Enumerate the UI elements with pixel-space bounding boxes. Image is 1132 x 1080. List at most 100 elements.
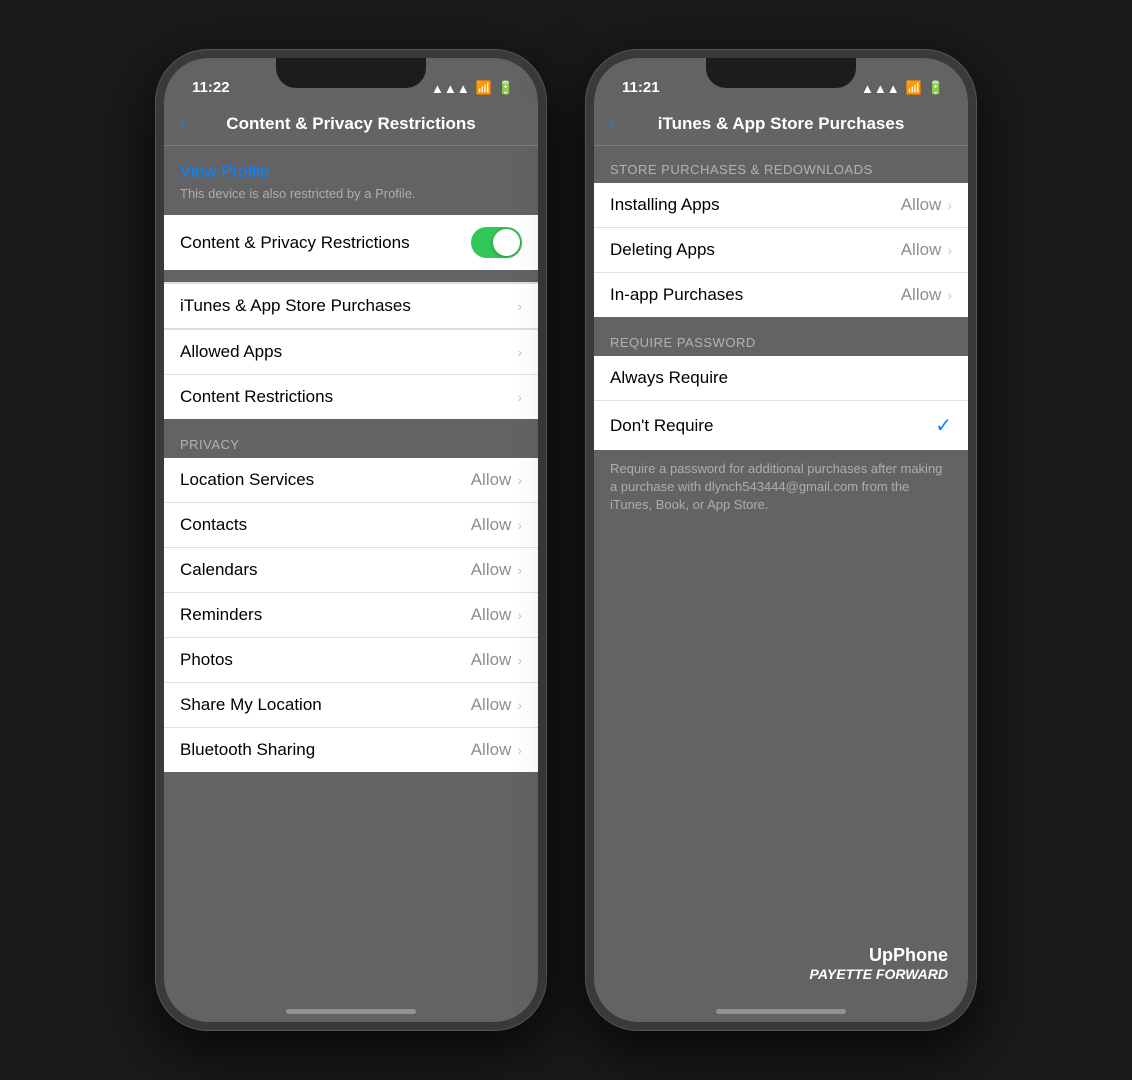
privacy-item-4[interactable]: Photos Allow › — [164, 638, 538, 683]
privacy-value-4: Allow › — [471, 650, 522, 670]
signal-icon-1: ▲▲▲ — [431, 81, 470, 96]
watermark: UpPhone PAYETTE FORWARD — [810, 945, 948, 982]
privacy-item-6[interactable]: Bluetooth Sharing Allow › — [164, 728, 538, 772]
itunes-chevron: › — [517, 298, 522, 314]
checkmark-icon: ✓ — [935, 413, 952, 438]
content-restrictions-label: Content Restrictions — [180, 387, 333, 407]
installing-apps-item[interactable]: Installing Apps Allow › — [594, 183, 968, 228]
privacy-chevron-0: › — [517, 472, 522, 488]
status-time-1: 11:22 — [192, 79, 230, 96]
require-password-label: REQUIRE PASSWORD — [594, 319, 968, 356]
signal-icon-2: ▲▲▲ — [861, 81, 900, 96]
content-restrictions-chevron: › — [517, 389, 522, 405]
allowed-apps-section: Allowed Apps › Content Restrictions › — [164, 330, 538, 419]
wifi-icon-1: 📶 — [476, 80, 492, 96]
privacy-label-4: Photos — [180, 650, 233, 670]
always-require-label: Always Require — [610, 368, 728, 388]
gap-1 — [164, 272, 538, 284]
inapp-purchases-value: Allow › — [901, 285, 952, 305]
notch-1 — [276, 58, 426, 88]
installing-apps-chevron: › — [947, 197, 952, 213]
screen-2: 11:21 ▲▲▲ 📶 🔋 ‹ iTunes & App Store Purch… — [594, 58, 968, 1022]
deleting-apps-label: Deleting Apps — [610, 240, 715, 260]
phone-2: 11:21 ▲▲▲ 📶 🔋 ‹ iTunes & App Store Purch… — [586, 50, 976, 1030]
restrictions-toggle-section: Content & Privacy Restrictions — [164, 215, 538, 270]
privacy-section-label: PRIVACY — [164, 421, 538, 458]
privacy-value-1: Allow › — [471, 515, 522, 535]
privacy-item-0[interactable]: Location Services Allow › — [164, 458, 538, 503]
view-profile-link[interactable]: View Profile — [180, 162, 522, 182]
content-restrictions-value: › — [517, 389, 522, 405]
inapp-purchases-label: In-app Purchases — [610, 285, 743, 305]
toggle-knob — [493, 229, 520, 256]
privacy-chevron-3: › — [517, 607, 522, 623]
content-2: STORE PURCHASES & REDOWNLOADS Installing… — [594, 146, 968, 1022]
privacy-label-0: Location Services — [180, 470, 314, 490]
content-restrictions-item[interactable]: Content Restrictions › — [164, 375, 538, 419]
privacy-item-5[interactable]: Share My Location Allow › — [164, 683, 538, 728]
itunes-purchases-item[interactable]: iTunes & App Store Purchases › — [164, 284, 538, 328]
itunes-section: iTunes & App Store Purchases › — [164, 284, 538, 328]
profile-desc-section: This device is also restricted by a Prof… — [164, 182, 538, 215]
privacy-value-6: Allow › — [471, 740, 522, 760]
restrictions-toggle-label: Content & Privacy Restrictions — [180, 233, 410, 253]
back-chevron-icon-2: ‹ — [610, 114, 616, 134]
privacy-value-2: Allow › — [471, 560, 522, 580]
back-button-2[interactable]: ‹ — [610, 114, 616, 134]
inapp-purchases-item[interactable]: In-app Purchases Allow › — [594, 273, 968, 317]
privacy-list-section: Location Services Allow › Contacts Allow… — [164, 458, 538, 772]
allowed-apps-value: › — [517, 344, 522, 360]
store-section-label: STORE PURCHASES & REDOWNLOADS — [594, 146, 968, 183]
privacy-value-5: Allow › — [471, 695, 522, 715]
privacy-item-3[interactable]: Reminders Allow › — [164, 593, 538, 638]
back-button-1[interactable]: ‹ — [180, 114, 186, 134]
home-indicator-2 — [716, 1009, 846, 1014]
wifi-icon-2: 📶 — [906, 80, 922, 96]
itunes-purchases-value: › — [517, 298, 522, 314]
allowed-apps-item[interactable]: Allowed Apps › — [164, 330, 538, 375]
watermark-upphone: UpPhone — [810, 945, 948, 966]
privacy-chevron-1: › — [517, 517, 522, 533]
status-icons-1: ▲▲▲ 📶 🔋 — [431, 80, 514, 96]
battery-icon-2: 🔋 — [928, 80, 944, 96]
privacy-chevron-2: › — [517, 562, 522, 578]
deleting-apps-item[interactable]: Deleting Apps Allow › — [594, 228, 968, 273]
privacy-chevron-6: › — [517, 742, 522, 758]
deleting-apps-chevron: › — [947, 242, 952, 258]
phone-shell-1: 11:22 ▲▲▲ 📶 🔋 ‹ Content & Privacy Restri… — [156, 50, 546, 1030]
privacy-value-3: Allow › — [471, 605, 522, 625]
deleting-apps-value: Allow › — [901, 240, 952, 260]
privacy-label-3: Reminders — [180, 605, 262, 625]
content-1: View Profile This device is also restric… — [164, 146, 538, 1022]
watermark-payette: PAYETTE FORWARD — [810, 966, 948, 982]
phone-1: 11:22 ▲▲▲ 📶 🔋 ‹ Content & Privacy Restri… — [156, 50, 546, 1030]
nav-bar-1: ‹ Content & Privacy Restrictions — [164, 102, 538, 146]
dont-require-item[interactable]: Don't Require ✓ — [594, 401, 968, 450]
require-password-section: Always Require Don't Require ✓ — [594, 356, 968, 450]
screen-1: 11:22 ▲▲▲ 📶 🔋 ‹ Content & Privacy Restri… — [164, 58, 538, 1022]
store-list-section: Installing Apps Allow › Deleting Apps Al… — [594, 183, 968, 317]
restrictions-toggle-item[interactable]: Content & Privacy Restrictions — [164, 215, 538, 270]
installing-apps-label: Installing Apps — [610, 195, 720, 215]
nav-title-2: iTunes & App Store Purchases — [658, 114, 905, 134]
nav-title-1: Content & Privacy Restrictions — [226, 114, 475, 134]
always-require-item[interactable]: Always Require — [594, 356, 968, 401]
inapp-purchases-chevron: › — [947, 287, 952, 303]
privacy-value-0: Allow › — [471, 470, 522, 490]
status-time-2: 11:21 — [622, 79, 660, 96]
privacy-label-6: Bluetooth Sharing — [180, 740, 315, 760]
privacy-item-1[interactable]: Contacts Allow › — [164, 503, 538, 548]
allowed-apps-label: Allowed Apps — [180, 342, 282, 362]
nav-bar-2: ‹ iTunes & App Store Purchases — [594, 102, 968, 146]
installing-apps-value: Allow › — [901, 195, 952, 215]
privacy-chevron-5: › — [517, 697, 522, 713]
back-chevron-1: ‹ — [180, 114, 186, 134]
privacy-label-1: Contacts — [180, 515, 247, 535]
notch-2 — [706, 58, 856, 88]
privacy-item-2[interactable]: Calendars Allow › — [164, 548, 538, 593]
view-profile-section: View Profile — [164, 146, 538, 182]
battery-icon-1: 🔋 — [498, 80, 514, 96]
phone-shell-2: 11:21 ▲▲▲ 📶 🔋 ‹ iTunes & App Store Purch… — [586, 50, 976, 1030]
restrictions-toggle[interactable] — [471, 227, 522, 258]
home-indicator-1 — [286, 1009, 416, 1014]
